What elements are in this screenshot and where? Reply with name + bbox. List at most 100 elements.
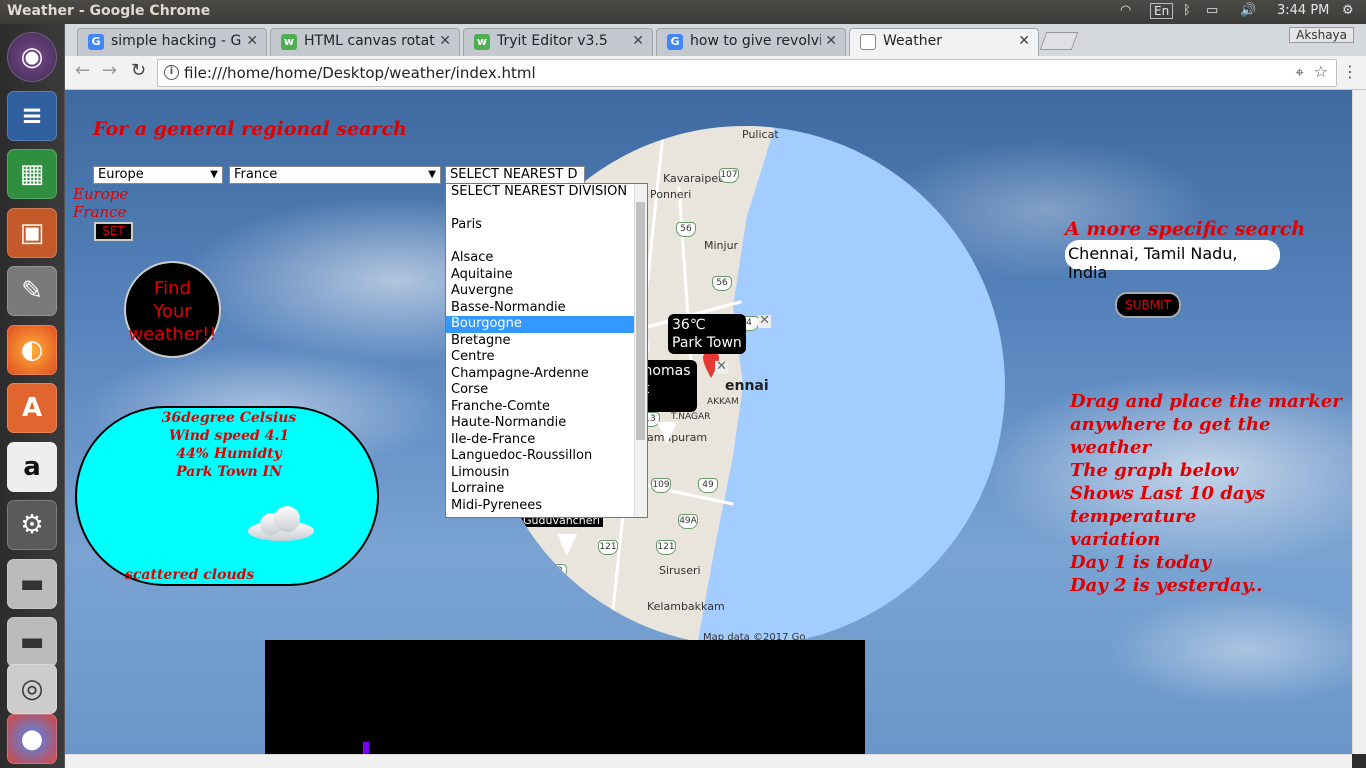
weather-description: scattered clouds <box>125 567 255 583</box>
close-icon[interactable]: ✕ <box>715 360 728 374</box>
division-option[interactable]: Champagne-Ardenne <box>446 366 647 383</box>
new-tab-button[interactable] <box>1039 32 1079 50</box>
software-center-icon[interactable]: A <box>7 383 57 433</box>
dropdown-scrollbar[interactable] <box>634 184 647 517</box>
google-icon: G <box>667 34 683 50</box>
drive-icon[interactable]: ▬ <box>7 559 57 609</box>
location-icon[interactable]: ⌖ <box>1296 63 1304 81</box>
map-label: AKKAM <box>707 397 739 407</box>
find-weather-button[interactable]: Find Your weather!! <box>124 261 221 358</box>
close-icon[interactable]: ✕ <box>242 33 258 49</box>
highway-shield: 56 <box>676 222 696 237</box>
division-option[interactable]: Centre <box>446 349 647 366</box>
menu-icon[interactable]: ⋮ <box>1342 62 1358 81</box>
division-option[interactable]: Basse-Normandie <box>446 300 647 317</box>
volume-icon[interactable]: 🔊 <box>1240 3 1256 18</box>
calc-icon[interactable]: ▦ <box>7 149 57 199</box>
chrome-icon[interactable]: ● <box>7 714 57 764</box>
bookmark-star-icon[interactable]: ☆ <box>1314 62 1328 81</box>
tab-html-canvas[interactable]: w HTML canvas rotate ✕ <box>270 28 460 56</box>
dvd-icon[interactable]: ◎ <box>7 664 57 714</box>
page-horizontal-scrollbar[interactable] <box>65 754 1352 768</box>
highway-shield: 121 <box>598 540 618 555</box>
division-option[interactable]: Corse <box>446 382 647 399</box>
submit-button[interactable]: SUBMIT <box>1115 292 1181 318</box>
find-weather-line: Find <box>154 278 191 299</box>
division-option[interactable]: Lorraine <box>446 481 647 498</box>
highway-shield: 121 <box>656 540 676 555</box>
tab-how-to-revolve[interactable]: G how to give revolvi ✕ <box>656 28 846 56</box>
page-vertical-scrollbar[interactable] <box>1352 90 1366 754</box>
division-option[interactable]: Bretagne <box>446 333 647 350</box>
tab-weather[interactable]: Weather ✕ <box>849 28 1039 56</box>
selected-continent-label: Europe <box>73 185 129 203</box>
w3-icon: w <box>281 34 297 50</box>
info-icon[interactable]: i <box>164 65 179 80</box>
division-option[interactable]: Languedoc-Roussillon <box>446 448 647 465</box>
division-option[interactable] <box>446 201 647 218</box>
division-select[interactable]: SELECT NEAREST D <box>445 166 585 184</box>
impress-icon[interactable]: ▣ <box>7 208 57 258</box>
forward-icon[interactable]: → <box>102 60 117 81</box>
back-icon[interactable]: ← <box>75 60 90 81</box>
tab-title: simple hacking - Go <box>111 33 250 49</box>
clock[interactable]: 3:44 PM <box>1277 3 1329 18</box>
division-dropdown-list[interactable]: SELECT NEAREST DIVISION Paris Alsace Aquita… <box>445 183 648 518</box>
specific-search-title: A more specific search <box>1065 218 1306 240</box>
division-option[interactable]: Midi-Pyrenees <box>446 498 647 515</box>
tab-tryit-editor[interactable]: w Tryit Editor v3.5 ✕ <box>463 28 653 56</box>
tab-title: HTML canvas rotate <box>304 33 444 49</box>
division-option[interactable] <box>446 234 647 251</box>
address-bar[interactable]: i file:///home/home/Desktop/weather/inde… <box>157 59 1337 87</box>
map-label-siruseri: Siruseri <box>659 564 701 577</box>
drive-icon-2[interactable]: ▬ <box>7 617 57 667</box>
launcher: ◉ ≡ ▦ ▣ ✎ ◐ A a ⚙ ▬ ▬ ◎ ● <box>0 24 65 768</box>
keyboard-layout-indicator[interactable]: En <box>1150 3 1174 19</box>
division-option[interactable]: Limousin <box>446 465 647 482</box>
cloud-icon <box>248 506 314 541</box>
division-option[interactable]: Auvergne <box>446 283 647 300</box>
gear-icon[interactable]: ⚙ <box>1342 3 1354 18</box>
division-option[interactable]: Aquitaine <box>446 267 647 284</box>
tab-simple-hacking[interactable]: G simple hacking - Go ✕ <box>77 28 267 56</box>
firefox-icon[interactable]: ◐ <box>7 325 57 375</box>
tab-title: how to give revolvi <box>690 33 823 49</box>
system-settings-icon[interactable]: ⚙ <box>7 500 57 550</box>
continent-select-value: Europe <box>98 167 144 182</box>
close-icon[interactable]: ✕ <box>758 314 771 328</box>
location-search-input[interactable]: Chennai, Tamil Nadu, India <box>1065 240 1280 282</box>
close-icon[interactable]: ✕ <box>1018 33 1030 49</box>
tab-title: Tryit Editor v3.5 <box>497 33 608 49</box>
close-icon[interactable]: ✕ <box>632 33 644 49</box>
reload-icon[interactable]: ↻ <box>131 60 146 81</box>
writer-icon[interactable]: ≡ <box>7 91 57 141</box>
infowindow-pointer-icon <box>657 422 677 444</box>
profile-button[interactable]: Akshaya <box>1289 27 1354 43</box>
close-icon[interactable]: ✕ <box>821 33 837 49</box>
division-option[interactable]: Ile-de-France <box>446 432 647 449</box>
set-button[interactable]: SET <box>94 222 133 241</box>
highway-shield: 107 <box>719 168 739 183</box>
division-option[interactable]: Paris <box>446 217 647 234</box>
dash-home-icon[interactable]: ◉ <box>7 32 57 82</box>
wifi-icon[interactable]: ◠ <box>1120 3 1131 18</box>
division-option[interactable]: Franche-Comte <box>446 399 647 416</box>
amazon-icon[interactable]: a <box>7 442 57 492</box>
find-weather-line: Your <box>153 301 192 322</box>
continent-select[interactable]: Europe ▼ <box>93 166 223 184</box>
division-option[interactable]: SELECT NEAREST DIVISION <box>446 184 647 201</box>
infowindow-pointer-icon <box>557 534 577 556</box>
instruction-line: anywhere to get the weather <box>1070 414 1271 458</box>
tab-bar: G simple hacking - Go ✕ w HTML canvas ro… <box>65 24 1366 56</box>
country-select-value: France <box>234 167 278 182</box>
text-editor-icon[interactable]: ✎ <box>7 266 57 316</box>
scrollbar-thumb[interactable] <box>636 202 645 440</box>
close-icon[interactable]: ✕ <box>435 33 451 49</box>
country-select[interactable]: France ▼ <box>229 166 441 184</box>
battery-icon[interactable]: ▭ <box>1206 3 1218 18</box>
division-option[interactable]: Alsace <box>446 250 647 267</box>
division-option[interactable]: Bourgogne <box>446 316 647 333</box>
division-option[interactable]: Haute-Normandie <box>446 415 647 432</box>
instruction-line: variation <box>1070 529 1161 550</box>
bluetooth-icon[interactable]: ᛒ <box>1183 3 1191 18</box>
